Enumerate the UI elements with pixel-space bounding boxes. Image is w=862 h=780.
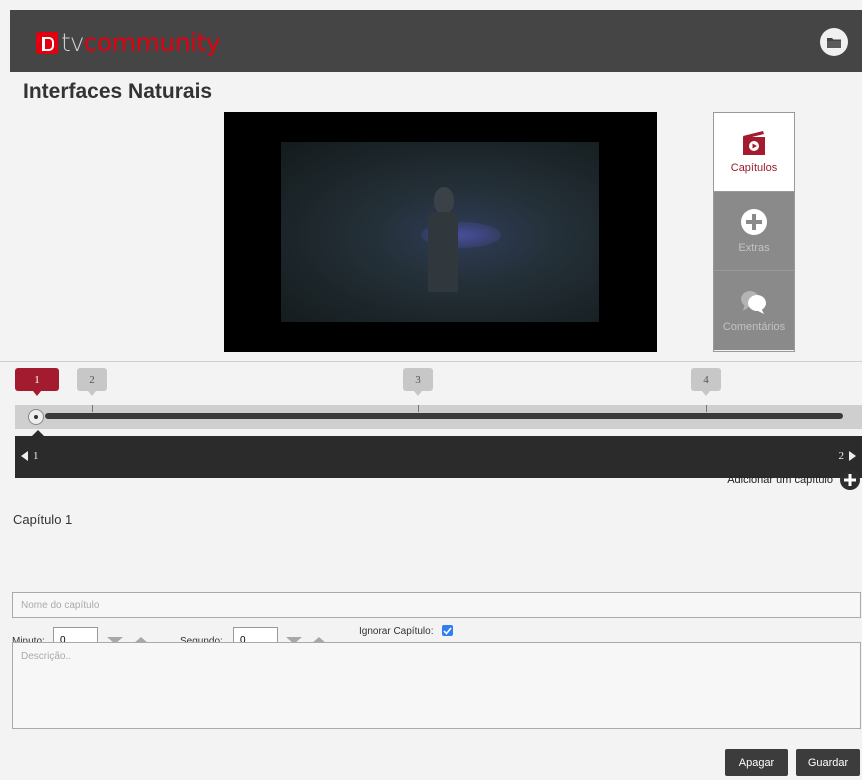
logo-text-tv: tv	[61, 28, 85, 57]
caret-right-icon	[849, 451, 856, 461]
chapter-marker-label: 3	[415, 373, 421, 386]
timeline-tick	[92, 405, 93, 412]
caret-left-icon	[21, 451, 28, 461]
video-player[interactable]	[224, 112, 657, 352]
chapter-marker-1[interactable]: 1	[15, 368, 59, 396]
chapter-marker-2[interactable]: 2	[77, 368, 107, 396]
timeline-tick	[418, 405, 419, 412]
tab-extras-label: Extras	[738, 242, 770, 254]
chapters-icon	[743, 131, 765, 155]
video-scene-figure-body	[428, 212, 458, 292]
tab-chapters[interactable]: Capítulos	[714, 113, 794, 192]
plus-circle-icon	[840, 470, 860, 490]
video-scene-figure-head	[434, 187, 454, 213]
timeline-track[interactable]	[15, 405, 862, 429]
tab-extras[interactable]: Extras	[714, 192, 794, 271]
timeline-bar[interactable]	[45, 413, 843, 419]
chapter-heading: Capítulo 1	[13, 512, 73, 527]
folder-icon	[827, 37, 841, 48]
top-bar: tv community	[10, 10, 862, 72]
tab-comments-label: Comentários	[722, 320, 786, 333]
tab-chapters-label: Capítulos	[730, 162, 778, 174]
next-chapter-button[interactable]: 2	[838, 450, 856, 462]
add-chapter-label: Adicionar um capítulo	[727, 474, 833, 486]
logo-mark-icon	[36, 31, 58, 54]
logo-text-community: community	[83, 28, 221, 57]
description-input[interactable]	[12, 642, 861, 729]
previous-chapter-label: 1	[33, 450, 39, 462]
add-chapter-button[interactable]: Adicionar um capítulo	[727, 470, 860, 490]
chapter-marker-label: 4	[703, 373, 709, 386]
timeline-tick	[706, 405, 707, 412]
tab-comments[interactable]: Comentários	[714, 271, 794, 350]
ignore-chapter-label: Ignorar Capítulo:	[359, 626, 434, 637]
delete-button[interactable]: Apagar	[725, 749, 788, 776]
folder-button[interactable]	[820, 28, 848, 56]
chapter-marker-label: 1	[34, 373, 40, 386]
save-button[interactable]: Guardar	[796, 749, 860, 776]
timeline-scrub-handle[interactable]	[28, 409, 44, 425]
plus-circle-icon	[741, 209, 767, 235]
chapter-marker-4[interactable]: 4	[691, 368, 721, 396]
side-panel: Capítulos Extras Comentários	[713, 112, 795, 352]
divider	[0, 361, 862, 362]
comments-icon	[741, 290, 766, 314]
checkmark-icon	[443, 626, 452, 635]
chapter-marker-3[interactable]: 3	[403, 368, 433, 396]
ignore-chapter-checkbox[interactable]	[442, 625, 453, 636]
previous-chapter-button[interactable]: 1	[21, 450, 39, 462]
page-title: Interfaces Naturais	[23, 80, 213, 103]
chapter-marker-label: 2	[89, 373, 95, 386]
video-frame	[281, 142, 599, 322]
chapter-name-input[interactable]	[12, 592, 861, 618]
logo[interactable]: tv community	[36, 28, 221, 57]
next-chapter-label: 2	[838, 450, 845, 462]
